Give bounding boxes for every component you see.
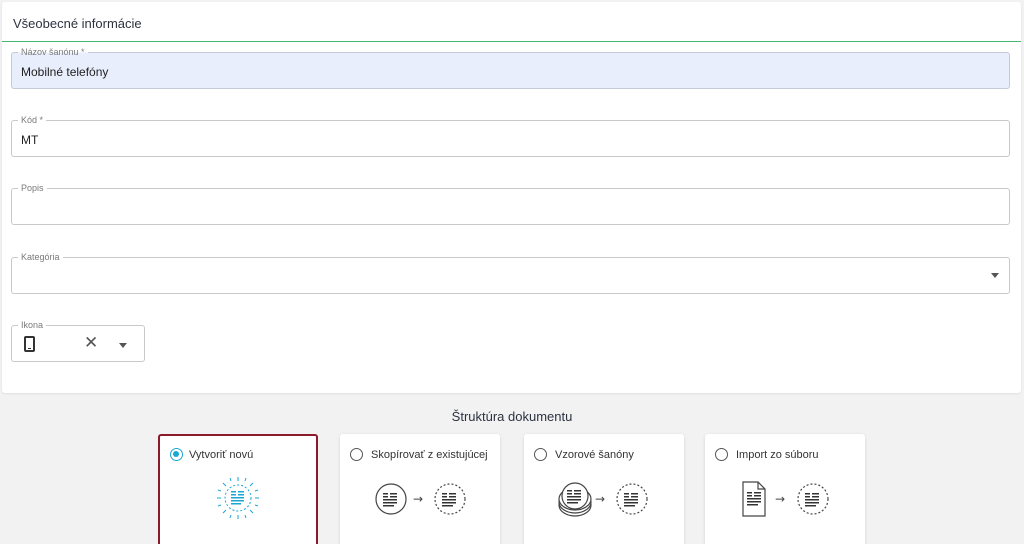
icon-select[interactable]: Ikona ✕: [11, 320, 145, 362]
option-import-file-label: Import zo súboru: [736, 449, 819, 461]
close-icon[interactable]: ✕: [84, 334, 98, 351]
template-binders-icon: →: [558, 482, 648, 517]
name-field[interactable]: Názov šanónu * Mobilné telefóny: [11, 47, 1010, 89]
svg-text:→: →: [775, 492, 785, 506]
svg-text:→: →: [413, 492, 423, 506]
name-field-value[interactable]: Mobilné telefóny: [21, 65, 108, 79]
chevron-down-icon[interactable]: [991, 273, 999, 278]
card-header: Všeobecné informácie: [2, 2, 1021, 42]
structure-title: Štruktúra dokumentu: [451, 409, 573, 424]
import-file-icon: →: [742, 481, 829, 517]
option-copy-existing[interactable]: Skopírovať z existujúcej →: [340, 434, 500, 544]
code-field-label: Kód *: [18, 115, 47, 126]
icon-select-label: Ikona: [18, 320, 47, 331]
name-field-label: Názov šanónu *: [18, 47, 88, 58]
svg-text:→: →: [595, 492, 605, 506]
card-title: Všeobecné informácie: [13, 16, 142, 31]
code-field[interactable]: Kód * MT: [11, 115, 1010, 157]
radio-copy-existing[interactable]: [350, 448, 363, 461]
option-copy-existing-label: Skopírovať z existujúcej: [371, 449, 488, 461]
radio-template-binders[interactable]: [534, 448, 547, 461]
option-import-file[interactable]: Import zo súboru →: [705, 434, 865, 544]
option-template-binders-label: Vzorové šanóny: [555, 449, 634, 461]
option-template-binders[interactable]: Vzorové šanóny →: [524, 434, 684, 544]
phone-icon: [24, 336, 35, 352]
description-field[interactable]: Popis: [11, 183, 1010, 225]
category-select[interactable]: Kategória: [11, 252, 1010, 294]
copy-document-icon: →: [375, 483, 466, 515]
new-document-icon: [217, 477, 259, 519]
radio-create-new[interactable]: [170, 448, 183, 461]
code-field-value[interactable]: MT: [21, 133, 38, 147]
radio-import-file[interactable]: [715, 448, 728, 461]
category-select-label: Kategória: [18, 252, 63, 263]
option-create-new-label: Vytvoriť novú: [189, 449, 254, 461]
description-field-label: Popis: [18, 183, 47, 194]
option-create-new[interactable]: Vytvoriť novú: [158, 434, 318, 544]
chevron-down-icon[interactable]: [119, 343, 127, 348]
